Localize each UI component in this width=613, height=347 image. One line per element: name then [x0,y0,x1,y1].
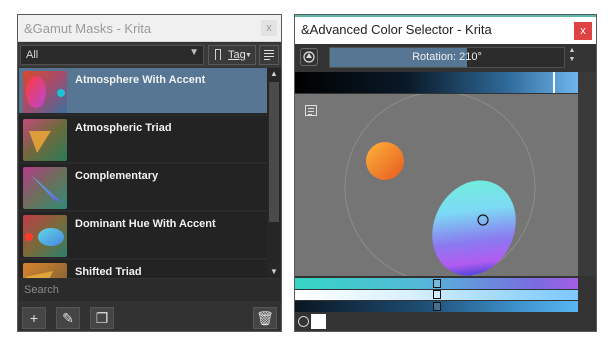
hue-slider-handle[interactable] [433,279,441,288]
list-settings-icon[interactable] [305,105,317,116]
list-item-label: Atmosphere With Accent [75,74,206,86]
list-item[interactable]: Complementary [19,164,267,210]
list-item-label: Dominant Hue With Accent [75,218,216,230]
rotate-icon [303,51,315,63]
gamut-mask-accent-shape[interactable] [366,142,404,180]
filter-select-value: All [26,49,39,61]
bookmark-icon [215,49,221,60]
close-button[interactable]: x [261,20,277,36]
color-selector-title: &Advanced Color Selector - Krita [301,22,492,37]
gamut-mask-thumbnail [23,119,67,161]
edit-mask-button[interactable]: ✎ [56,307,80,329]
list-item[interactable]: Dominant Hue With Accent [19,212,267,258]
delete-mask-button[interactable]: 🗑 [253,307,277,329]
gamut-mask-thumbnail [23,263,67,278]
gamut-masks-title: &Gamut Masks - Krita [24,21,152,36]
list-item[interactable]: Shifted Triad [19,260,267,278]
view-mode-button[interactable] [259,45,279,65]
scroll-down-arrow-icon[interactable]: ▼ [267,266,281,278]
gamut-toolbar: All ▼ Tag ▼ [18,43,281,67]
gamut-mask-main-shape[interactable] [417,167,531,276]
list-scrollbar[interactable]: ▲ ▼ [267,68,281,278]
list-item-label: Atmospheric Triad [75,122,172,134]
list-item[interactable]: Atmosphere With Accent [19,68,267,114]
search-placeholder: Search [24,284,59,296]
gamut-masks-titlebar[interactable]: &Gamut Masks - Krita x [18,15,281,42]
list-item-label: Complementary [75,170,159,182]
tag-button[interactable]: Tag ▼ [208,45,256,65]
gamut-mask-thumbnail [23,71,67,113]
rotation-value-text: Rotation: 210° [412,51,482,63]
rotation-slider[interactable]: Rotation: 210° [329,47,565,68]
scroll-up-arrow-icon[interactable]: ▲ [267,68,281,80]
rotation-spinbox-arrows[interactable]: ▲ ▼ [566,47,578,68]
background-color-swatch[interactable] [311,314,326,329]
spin-up-icon[interactable]: ▲ [566,47,578,54]
delete-icon: 🗑 [256,310,274,326]
scroll-thumb[interactable] [269,82,279,222]
saturation-slider-handle[interactable] [433,302,441,311]
close-button[interactable]: x [574,22,592,40]
list-item[interactable]: Atmospheric Triad [19,116,267,162]
rotation-row: Rotation: 210° ▲ ▼ [295,45,596,100]
color-wheel-canvas[interactable] [295,94,578,276]
swap-colors-icon[interactable] [298,316,309,327]
duplicate-mask-button[interactable]: ❐ [90,307,114,329]
chevron-down-icon: ▼ [189,47,199,58]
add-mask-button[interactable]: + [22,307,46,329]
filter-select[interactable]: All ▼ [20,45,204,65]
color-selector-titlebar[interactable]: &Advanced Color Selector - Krita x [295,15,596,44]
tag-button-label: Tag [228,49,246,61]
chevron-down-icon: ▼ [245,52,252,59]
add-icon: + [29,310,39,326]
value-slider-handle[interactable] [433,290,441,299]
edit-icon: ✎ [62,310,74,326]
list-view-icon [264,50,274,51]
gamut-mask-thumbnail [23,167,67,209]
duplicate-icon: ❐ [95,310,109,326]
gamut-mask-thumbnail [23,215,67,257]
rotation-toggle-button[interactable] [300,48,318,66]
gamut-mask-list[interactable]: Atmosphere With Accent Atmospheric Triad [19,68,267,278]
search-input[interactable]: Search [19,279,281,301]
gamut-bottom-toolbar: + ✎ ❐ 🗑 [18,302,281,331]
luminance-cursor[interactable] [553,72,555,93]
spin-down-icon[interactable]: ▼ [566,56,578,63]
color-swatch-row [295,313,596,331]
luminance-slider[interactable] [295,72,578,93]
list-item-label: Shifted Triad [75,266,142,278]
gamut-masks-window: &Gamut Masks - Krita x All ▼ Tag ▼ Atmos… [17,14,282,332]
advanced-color-selector-window: &Advanced Color Selector - Krita x Rotat… [294,14,597,332]
